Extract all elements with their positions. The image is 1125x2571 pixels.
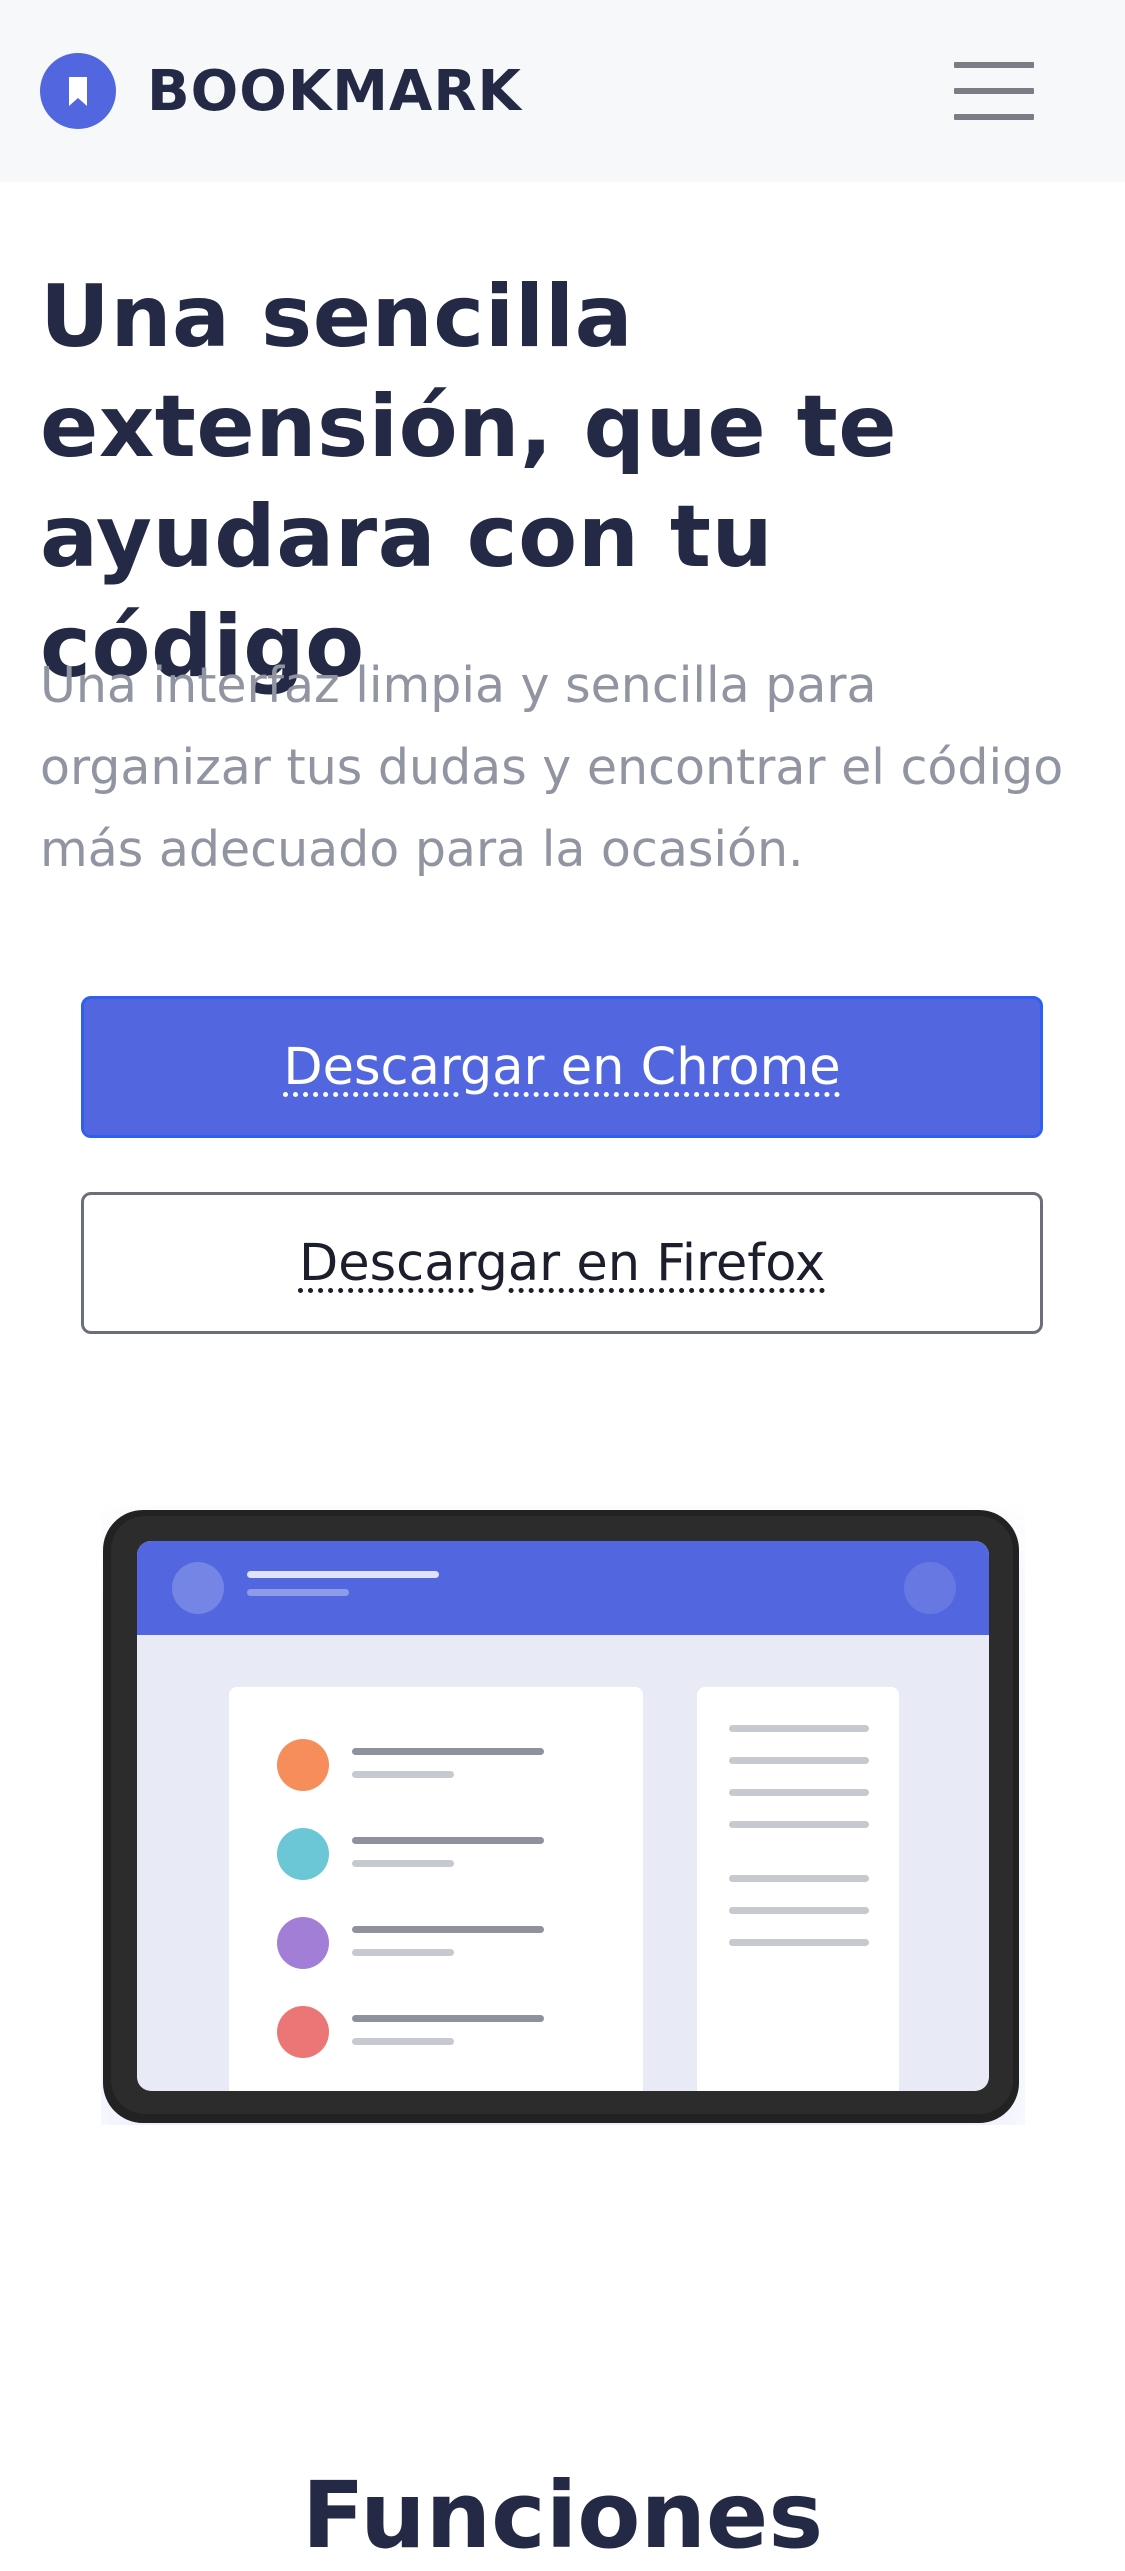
download-firefox-button[interactable]: Descargar en Firefox bbox=[81, 1192, 1043, 1334]
hamburger-menu-icon[interactable] bbox=[950, 58, 1036, 124]
download-chrome-button[interactable]: Descargar en Chrome bbox=[81, 996, 1043, 1138]
site-header: BOOKMARK bbox=[0, 0, 1125, 182]
bookmark-icon[interactable] bbox=[40, 53, 116, 129]
menu-bar bbox=[954, 88, 1034, 94]
hero-title: Una sencilla extensión, que te ayudara c… bbox=[40, 267, 898, 697]
features-title: Funciones bbox=[301, 2462, 824, 2570]
menu-bar bbox=[954, 62, 1034, 68]
tablet-illustration bbox=[103, 1510, 1019, 2123]
brand-name[interactable]: BOOKMARK bbox=[147, 60, 522, 124]
menu-bar bbox=[954, 114, 1034, 120]
hero-description: Una interfaz limpia y sencilla para orga… bbox=[40, 657, 1064, 878]
